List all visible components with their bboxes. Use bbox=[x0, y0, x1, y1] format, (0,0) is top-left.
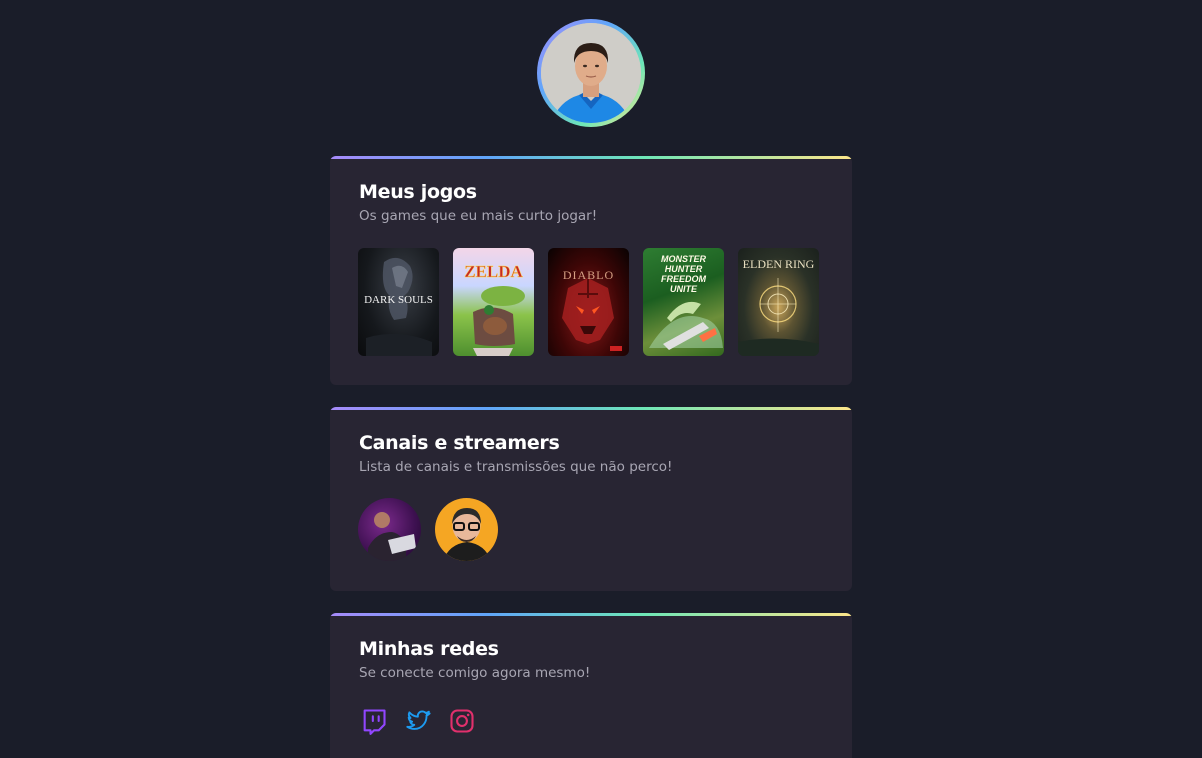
game-title-elden-ring: ELDEN RING bbox=[742, 257, 815, 271]
game-title-diablo: DIABLO bbox=[562, 268, 615, 282]
game-title-dark-souls: DARK SOULS bbox=[364, 294, 433, 306]
streamers-subtitle: Lista de canais e transmissões que não p… bbox=[359, 459, 673, 475]
streamer-avatar[interactable] bbox=[358, 498, 421, 561]
social-title: Minhas redes bbox=[359, 638, 499, 660]
social-subtitle: Se conecte comigo agora mesmo! bbox=[359, 665, 591, 681]
twitter-icon[interactable] bbox=[404, 707, 432, 735]
game-cover-diablo[interactable]: DIABLO bbox=[548, 248, 629, 356]
game-cover-zelda[interactable]: ZELDA bbox=[453, 248, 534, 356]
streamer-avatar[interactable] bbox=[435, 498, 498, 561]
streamers-card: Canais e streamers Lista de canais e tra… bbox=[330, 407, 852, 591]
avatar-photo bbox=[541, 23, 641, 123]
instagram-icon[interactable] bbox=[448, 707, 476, 735]
games-title: Meus jogos bbox=[359, 181, 477, 203]
game-title-zelda: ZELDA bbox=[464, 262, 523, 282]
games-list: DARK SOULS ZELDA DIABLO MONSTER HUNTER F… bbox=[358, 248, 819, 356]
profile-avatar[interactable] bbox=[537, 19, 645, 127]
profile-page: Meus jogos Os games que eu mais curto jo… bbox=[0, 0, 1202, 758]
streamers-title: Canais e streamers bbox=[359, 432, 560, 454]
social-links bbox=[360, 707, 476, 735]
games-subtitle: Os games que eu mais curto jogar! bbox=[359, 208, 598, 224]
game-cover-monster-hunter[interactable]: MONSTER HUNTER FREEDOM UNITE bbox=[643, 248, 724, 356]
game-title-monster-hunter: MONSTER HUNTER FREEDOM UNITE bbox=[661, 254, 706, 294]
social-card: Minhas redes Se conecte comigo agora mes… bbox=[330, 613, 852, 758]
game-cover-elden-ring[interactable]: ELDEN RING bbox=[738, 248, 819, 356]
game-cover-dark-souls[interactable]: DARK SOULS bbox=[358, 248, 439, 356]
streamers-list bbox=[358, 498, 498, 561]
games-card: Meus jogos Os games que eu mais curto jo… bbox=[330, 156, 852, 385]
twitch-icon[interactable] bbox=[360, 707, 388, 735]
